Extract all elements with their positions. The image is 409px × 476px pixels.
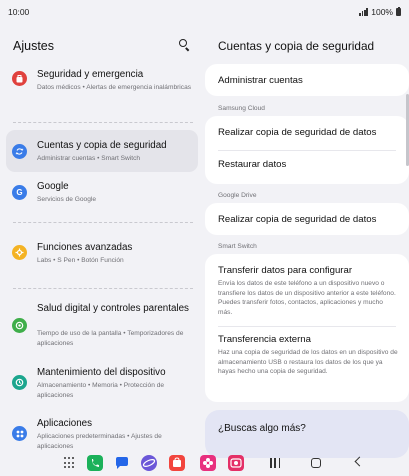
row-separator xyxy=(218,150,396,151)
google-icon: G xyxy=(12,185,27,200)
account-backup-pane: Cuentas y copia de seguridad Administrar… xyxy=(205,22,409,458)
menu-item-title: Cuentas y copia de seguridad xyxy=(37,140,167,151)
menu-item-salud-digital[interactable]: Salud digital y controles parentales Tie… xyxy=(6,300,198,350)
menu-item-mantenimiento[interactable]: Mantenimiento del dispositivo Almacenami… xyxy=(6,362,198,404)
google-drive-label: Google Drive xyxy=(218,192,257,199)
status-bar: 10:00 100% xyxy=(0,0,409,22)
transfer-data-item[interactable]: Transferir datos para configurar Envía l… xyxy=(205,254,409,322)
menu-item-subtitle: Administrar cuentas • Smart Switch xyxy=(37,155,141,162)
menu-item-aplicaciones[interactable]: Aplicaciones Aplicaciones predeterminada… xyxy=(6,414,198,450)
section-divider xyxy=(13,122,193,123)
menu-item-title: Google xyxy=(37,181,69,192)
menu-item-subtitle: Tiempo de uso de la pantalla • Temporiza… xyxy=(37,330,184,347)
camera-app-icon[interactable] xyxy=(228,455,244,471)
menu-item-funciones-avanzadas[interactable]: Funciones avanzadas Labs • S Pen • Botón… xyxy=(6,234,198,270)
status-time: 10:00 xyxy=(8,7,30,17)
samsung-cloud-card: Realizar copia de seguridad de datos Res… xyxy=(205,116,409,184)
external-transfer-description: Haz una copia de seguridad de los datos … xyxy=(218,349,398,375)
detail-title: Cuentas y copia de seguridad xyxy=(218,39,375,53)
sync-icon xyxy=(12,144,27,159)
digital-wellbeing-icon xyxy=(12,318,27,333)
apps-icon xyxy=(12,426,27,441)
menu-item-title: Aplicaciones xyxy=(37,418,93,429)
manage-accounts-card: Administrar cuentas xyxy=(205,64,409,96)
status-indicators: 100% xyxy=(359,6,401,17)
menu-item-subtitle: Labs • S Pen • Botón Función xyxy=(37,257,124,264)
google-drive-backup-item[interactable]: Realizar copia de seguridad de datos xyxy=(218,214,376,225)
menu-item-title: Funciones avanzadas xyxy=(37,242,133,253)
galaxy-store-icon[interactable] xyxy=(169,455,185,471)
menu-item-seguridad-emergencia[interactable]: Seguridad y emergencia Datos médicos • A… xyxy=(6,64,198,112)
apps-grid-icon[interactable] xyxy=(64,457,76,469)
google-drive-card: Realizar copia de seguridad de datos xyxy=(205,203,409,235)
menu-item-google[interactable]: G Google Servicios de Google xyxy=(6,175,198,209)
device-care-icon xyxy=(12,375,27,390)
menu-item-title: Mantenimiento del dispositivo xyxy=(37,367,166,378)
samsung-cloud-label: Samsung Cloud xyxy=(218,105,265,112)
transfer-data-title: Transferir datos para configurar xyxy=(218,265,353,276)
menu-item-subtitle: Almacenamiento • Memoria • Protección de… xyxy=(37,382,165,399)
samsung-cloud-restore-item[interactable]: Restaurar datos xyxy=(218,159,286,170)
internet-app-icon[interactable] xyxy=(141,455,157,471)
menu-item-subtitle: Servicios de Google xyxy=(37,196,97,203)
manage-accounts-item[interactable]: Administrar cuentas xyxy=(218,75,303,86)
menu-item-cuentas-copia[interactable]: Cuentas y copia de seguridad Administrar… xyxy=(6,130,198,172)
phone-app-icon[interactable] xyxy=(87,455,103,471)
samsung-cloud-backup-item[interactable]: Realizar copia de seguridad de datos xyxy=(218,127,376,138)
battery-icon xyxy=(396,6,401,16)
battery-percent: 100% xyxy=(371,7,393,17)
advanced-features-icon xyxy=(12,245,27,260)
home-icon[interactable] xyxy=(311,458,321,468)
recents-icon[interactable] xyxy=(270,458,280,468)
transfer-data-description: Envía los datos de este teléfono a un di… xyxy=(218,280,396,316)
smart-switch-card: Transferir datos para configurar Envía l… xyxy=(205,254,409,402)
section-divider xyxy=(13,222,193,223)
menu-item-title: Salud digital y controles parentales xyxy=(37,303,189,314)
settings-list-pane: Ajustes Seguridad y emergencia Datos méd… xyxy=(0,22,205,450)
external-transfer-item[interactable]: Transferencia externa Haz una copia de s… xyxy=(205,327,409,402)
emergency-icon xyxy=(12,71,27,86)
menu-item-subtitle: Datos médicos • Alertas de emergencia in… xyxy=(37,84,192,91)
navigation-bar xyxy=(0,450,409,476)
smart-switch-label: Smart Switch xyxy=(218,243,257,250)
search-icon[interactable] xyxy=(178,38,192,52)
blossom-app-icon[interactable] xyxy=(200,455,216,471)
messages-app-icon[interactable] xyxy=(114,455,130,471)
section-divider xyxy=(13,288,193,289)
menu-item-subtitle: Aplicaciones predeterminadas • Ajustes d… xyxy=(37,433,162,450)
menu-item-title: Seguridad y emergencia xyxy=(37,69,144,80)
page-title: Ajustes xyxy=(13,39,54,53)
back-icon[interactable] xyxy=(354,456,365,467)
suggestions-title: ¿Buscas algo más? xyxy=(218,423,306,434)
external-transfer-title: Transferencia externa xyxy=(218,334,311,345)
signal-icon xyxy=(359,8,369,16)
